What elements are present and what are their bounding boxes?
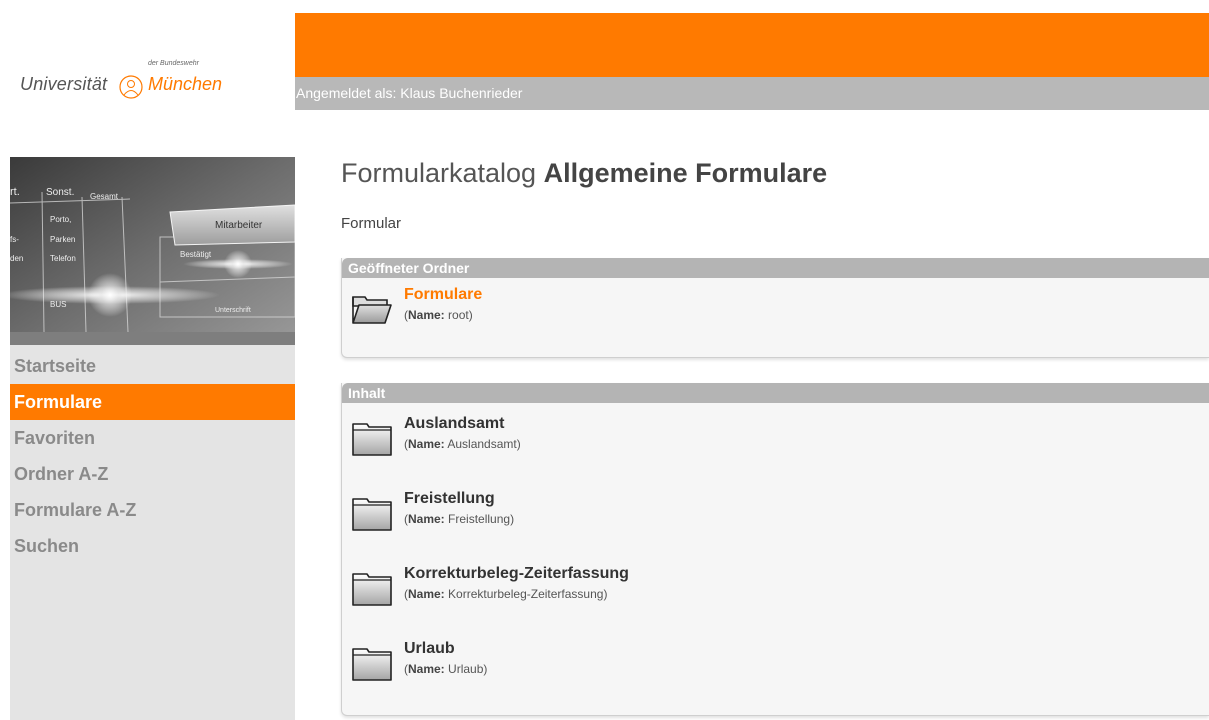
sidebar-nav: Startseite Formulare Favoriten Ordner A-… [10, 348, 295, 564]
breadcrumb: Formular [341, 215, 402, 232]
banner-col-1: Sonst. [46, 187, 74, 198]
content-heading: Inhalt [342, 383, 1209, 403]
folder-internal-name: (Name: Urlaub) [404, 662, 488, 676]
login-status-bar: Angemeldet als: Klaus Buchenrieder [295, 77, 1209, 110]
sidebar-item-favoriten[interactable]: Favoriten [10, 420, 295, 456]
name-label: Name: [408, 587, 445, 601]
folder-name[interactable]: Freistellung [404, 490, 495, 508]
folder-internal-name: (Name: Korrekturbeleg-Zeiterfassung) [404, 587, 608, 601]
folder-internal-value: Auslandsamt [447, 437, 517, 451]
sidebar-item-startseite[interactable]: Startseite [10, 348, 295, 384]
banner-row-1: Porto, [50, 215, 71, 224]
name-label: Name: [408, 512, 445, 526]
folder-row-auslandsamt[interactable]: Auslandsamt (Name: Auslandsamt) [342, 415, 1209, 490]
folder-name[interactable]: Korrekturbeleg-Zeiterfassung [404, 565, 629, 583]
folder-icon [352, 423, 392, 456]
seal-icon [119, 75, 143, 99]
sidebar-item-formulare[interactable]: Formulare [10, 384, 295, 420]
banner-row-3: Telefon [50, 254, 76, 263]
banner-row-2: Parken [50, 235, 75, 244]
page-title-prefix: Formularkatalog [341, 158, 537, 188]
banner-left-text-2: den [10, 254, 23, 263]
open-folder-heading: Geöffneter Ordner [342, 258, 1209, 278]
sidebar-item-formulare-a-z[interactable]: Formulare A-Z [10, 492, 295, 528]
sidebar: rt. Sonst. Gesamt Porto, fs- Parken den … [10, 157, 295, 720]
folder-icon [352, 498, 392, 531]
university-logo[interactable]: der Bundeswehr Universität München [20, 60, 260, 105]
open-folder-internal-value: root [448, 308, 469, 322]
folder-name[interactable]: Auslandsamt [404, 415, 504, 433]
folder-internal-name: (Name: Freistellung) [404, 512, 515, 526]
name-label: Name: [408, 662, 445, 676]
folder-icon [352, 648, 392, 681]
open-folder-panel: Geöffneter Ordner Formulare (Name: root) [341, 258, 1209, 358]
open-folder-internal-name: (Name: root) [404, 308, 473, 322]
folder-internal-value: Urlaub [448, 662, 484, 676]
open-folder-name[interactable]: Formulare [404, 286, 482, 304]
login-status-text: Angemeldet als: Klaus Buchenrieder [296, 85, 523, 101]
folder-internal-value: Korrekturbeleg-Zeiterfassung [448, 587, 604, 601]
folder-row-urlaub[interactable]: Urlaub (Name: Urlaub) [342, 640, 1209, 715]
folder-row-freistellung[interactable]: Freistellung (Name: Freistellung) [342, 490, 1209, 565]
logo-subtitle: der Bundeswehr [148, 60, 199, 67]
sidebar-item-suchen[interactable]: Suchen [10, 528, 295, 564]
banner-confirm-text: Bestätigt [180, 250, 212, 259]
sidebar-item-ordner-a-z[interactable]: Ordner A-Z [10, 456, 295, 492]
folder-icon [352, 573, 392, 606]
folder-internal-name: (Name: Auslandsamt) [404, 437, 521, 451]
banner-left-text-0: rt. [10, 186, 20, 198]
logo-city-text: München [148, 74, 223, 94]
header-orange-bar [295, 13, 1209, 77]
content-panel: Inhalt Auslandsamt (Name: Auslandsamt) F… [341, 383, 1209, 716]
banner-tab-label: Mitarbeiter [215, 220, 263, 231]
folder-name[interactable]: Urlaub [404, 640, 455, 658]
page-title-bold: Allgemeine Formulare [543, 158, 828, 188]
folder-internal-value: Freistellung [448, 512, 511, 526]
banner-col-2: Gesamt [90, 192, 119, 201]
name-label: Name: [408, 437, 445, 451]
open-folder-icon [352, 296, 392, 324]
name-label: Name: [408, 308, 445, 322]
page-title: Formularkatalog Allgemeine Formulare [341, 158, 827, 189]
sidebar-banner-image: rt. Sonst. Gesamt Porto, fs- Parken den … [10, 157, 295, 345]
folder-row-korrekturbeleg-zeiterfassung[interactable]: Korrekturbeleg-Zeiterfassung (Name: Korr… [342, 565, 1209, 640]
banner-left-text-1: fs- [10, 235, 19, 244]
banner-sign-text: Unterschrift [215, 307, 251, 314]
logo-university-text: Universität [20, 74, 108, 94]
open-folder-row[interactable]: Formulare (Name: root) [342, 278, 1209, 342]
